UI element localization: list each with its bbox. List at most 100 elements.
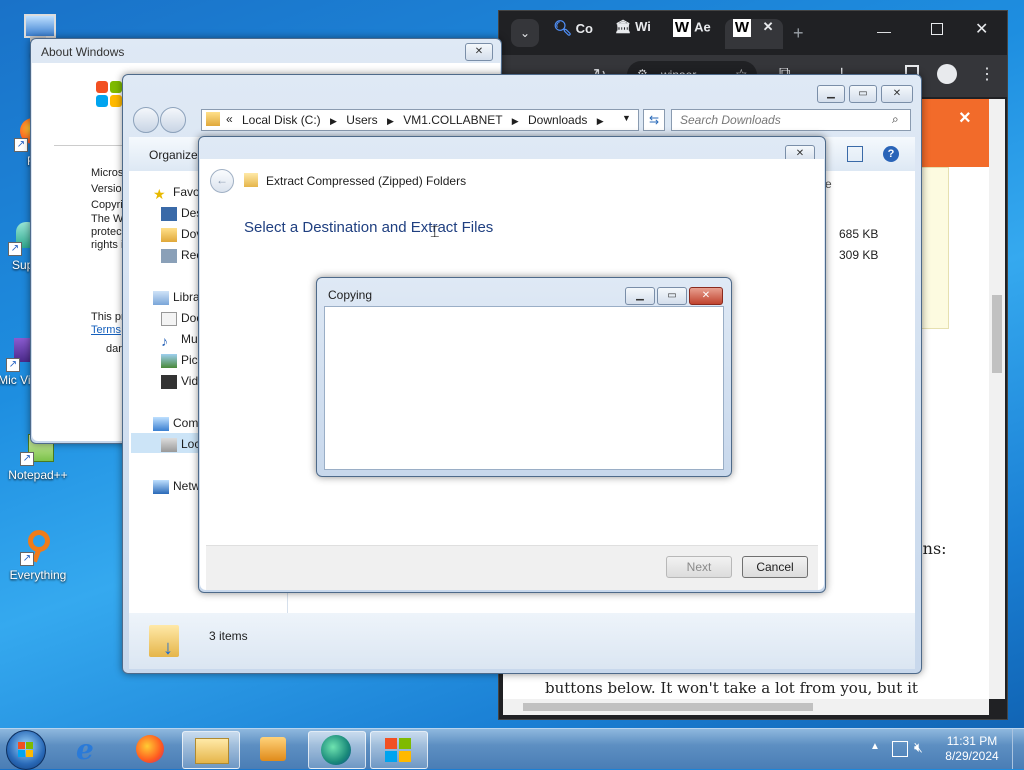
show-hidden-icons-icon[interactable]: ▲	[870, 741, 880, 752]
libraries-icon	[153, 290, 169, 305]
desktop-icon-everything[interactable]: ↗ Everything	[6, 530, 70, 582]
shortcut-arrow-icon: ↗	[8, 242, 22, 256]
network-tray-icon[interactable]	[892, 741, 908, 757]
nav-downloads[interactable]: Dov	[161, 227, 202, 242]
chevron-right-icon[interactable]: ▶	[597, 116, 604, 126]
taskbar-media-player[interactable]	[246, 731, 302, 767]
breadcrumb-item[interactable]: VM1.COLLABNET	[403, 113, 502, 127]
tab-label: Ae	[694, 19, 711, 35]
w-icon: W	[733, 19, 751, 37]
wizard-title: Extract Compressed (Zipped) Folders	[266, 174, 467, 188]
nav-recent[interactable]: Rec	[161, 248, 202, 263]
banner-close-icon[interactable]: ×	[959, 107, 971, 130]
breadcrumb: Local Disk (C:) ▶ Users ▶ VM1.COLLABNET …	[242, 113, 610, 127]
volume-muted-icon[interactable]: 🔇︎	[914, 739, 923, 756]
nav-music[interactable]: ♪ Mu	[161, 332, 198, 349]
nav-computer[interactable]: Com	[153, 416, 198, 431]
search-box[interactable]: Search Downloads ⌕	[671, 109, 911, 131]
next-button[interactable]: Next	[666, 556, 732, 578]
close-icon[interactable]: ✕	[975, 19, 988, 39]
taskbar-firefox[interactable]	[122, 731, 178, 767]
desktop-icon	[161, 206, 177, 221]
back-arrow-icon[interactable]: ←	[210, 169, 234, 193]
nav-desktop[interactable]: Des	[161, 206, 202, 221]
show-desktop-button[interactable]	[1012, 729, 1024, 769]
nav-documents[interactable]: Doc	[161, 311, 202, 326]
new-tab-button[interactable]: +	[793, 23, 804, 44]
registered-user: dar	[106, 343, 122, 355]
nav-libraries[interactable]: Libra	[153, 290, 200, 305]
taskbar-about-windows[interactable]	[370, 731, 428, 769]
firefox-icon	[136, 735, 164, 763]
clock[interactable]: 11:31 PM 8/29/2024	[940, 734, 1004, 764]
preview-pane-icon[interactable]	[847, 146, 863, 162]
page-text: buttons below. It won't take a lot from …	[545, 679, 918, 697]
nav-pictures[interactable]: Pic	[161, 353, 198, 368]
taskbar-edge[interactable]	[308, 731, 366, 769]
maximize-icon[interactable]	[931, 23, 943, 35]
chevron-right-icon[interactable]: ▶	[512, 116, 519, 126]
more-menu-icon[interactable]: ⋮	[979, 64, 995, 84]
breadcrumb-item[interactable]: Downloads	[528, 113, 587, 127]
nav-local-disk[interactable]: Loc	[161, 437, 200, 452]
browser-tab[interactable]: 🔍︎ Co	[553, 19, 593, 49]
close-button[interactable]: ✕	[689, 287, 723, 305]
help-icon[interactable]: ?	[883, 146, 899, 162]
profile-avatar[interactable]	[937, 64, 957, 84]
chevron-right-icon[interactable]: ▶	[387, 116, 394, 126]
museum-icon: 🏛︎	[615, 19, 632, 34]
scrollbar-thumb[interactable]	[992, 295, 1002, 373]
pictures-icon	[161, 353, 177, 368]
terms-link[interactable]: Terms	[91, 324, 121, 336]
organize-menu[interactable]: Organize	[149, 148, 198, 162]
tab-search-button[interactable]: ⌄	[511, 19, 539, 47]
forward-button[interactable]	[160, 107, 186, 133]
license-text: This pr	[91, 311, 125, 323]
dialog-title: Copying	[328, 288, 373, 302]
scrollbar-thumb[interactable]	[523, 703, 813, 711]
browser-tab-active[interactable]: W ✕	[725, 19, 783, 49]
shortcut-arrow-icon: ↗	[14, 138, 28, 152]
close-button[interactable]: ✕	[881, 85, 913, 103]
nav-favorites[interactable]: ★ Favor	[153, 185, 204, 202]
address-bar[interactable]: « Local Disk (C:) ▶ Users ▶ VM1.COLLABNE…	[201, 109, 639, 131]
horizontal-scrollbar[interactable]	[503, 699, 989, 715]
mouse-cursor-icon: ⌶	[430, 224, 440, 241]
close-button[interactable]: ✕	[465, 43, 493, 61]
taskbar: e ▲ 🔇︎ 11:31 PM 8/29/2024	[0, 728, 1024, 770]
search-placeholder: Search Downloads	[680, 113, 781, 127]
hard-drive-icon	[161, 437, 177, 452]
edge-icon	[321, 735, 351, 765]
file-size: 685 KB	[839, 227, 879, 241]
minimize-icon[interactable]: —	[877, 23, 891, 39]
tab-label: Co	[575, 21, 594, 36]
taskbar-internet-explorer[interactable]: e	[62, 731, 118, 767]
browser-tab[interactable]: 🏛︎ Wi	[615, 19, 651, 49]
windows-flag-icon	[385, 738, 413, 764]
minimize-button[interactable]: ▁	[625, 287, 655, 305]
maximize-button[interactable]: ▭	[849, 85, 877, 103]
search-icon[interactable]: ⌕	[892, 112, 899, 127]
chevron-right-icon[interactable]: ▶	[330, 116, 337, 126]
breadcrumb-item[interactable]: Users	[346, 113, 377, 127]
chevron-down-icon[interactable]: ▼	[622, 113, 631, 123]
breadcrumb-overflow[interactable]: «	[226, 112, 233, 126]
tab-close-icon[interactable]: ✕	[763, 19, 774, 34]
start-button[interactable]	[6, 730, 46, 770]
wizard-heading: Select a Destination and Extract Files	[244, 219, 494, 236]
nav-network[interactable]: Netw	[153, 479, 200, 494]
cancel-button[interactable]: Cancel	[742, 556, 808, 578]
copying-dialog[interactable]: Copying ▁ ▭ ✕	[316, 277, 732, 477]
nav-videos[interactable]: Vid	[161, 374, 198, 389]
browser-tab[interactable]: W Ae	[673, 19, 711, 49]
refresh-icon[interactable]: ⇆	[643, 109, 665, 131]
tab-label: Wi	[635, 19, 651, 34]
maximize-button[interactable]: ▭	[657, 287, 687, 305]
vertical-scrollbar[interactable]	[989, 99, 1005, 699]
column-header[interactable]: e	[825, 177, 832, 191]
back-button[interactable]	[133, 107, 159, 133]
minimize-button[interactable]: ▁	[817, 85, 845, 103]
taskbar-explorer[interactable]	[182, 731, 240, 769]
nav-label: Com	[173, 416, 199, 430]
breadcrumb-item[interactable]: Local Disk (C:)	[242, 113, 321, 127]
